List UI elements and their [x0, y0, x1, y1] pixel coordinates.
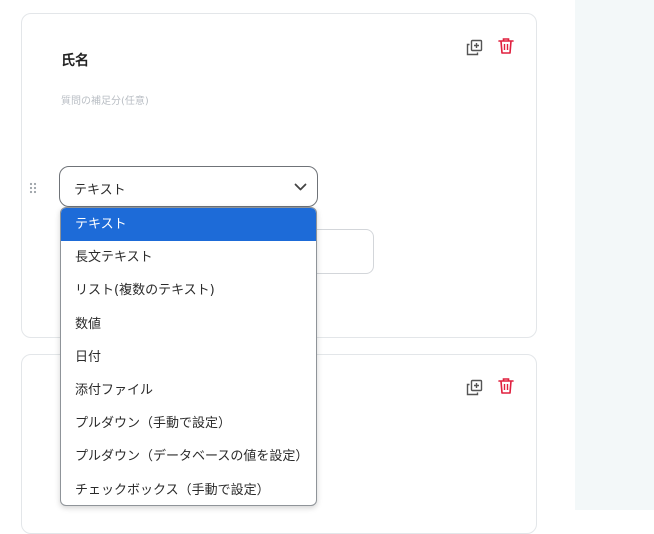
option-attachment[interactable]: 添付ファイル [61, 374, 316, 407]
drag-handle-icon [29, 182, 37, 194]
side-panel [575, 0, 654, 510]
delete-button-2[interactable] [496, 376, 516, 396]
duplicate-icon [466, 39, 482, 55]
option-number[interactable]: 数値 [61, 308, 316, 341]
option-pulldown-manual[interactable]: プルダウン（手動で設定） [61, 407, 316, 440]
duplicate-button[interactable] [464, 37, 484, 57]
question-type-options: テキスト 長文テキスト リスト(複数のテキスト) 数値 日付 添付ファイル プル… [61, 208, 316, 506]
option-pulldown-database[interactable]: プルダウン（データベースの値を設定） [61, 440, 316, 473]
option-long-text[interactable]: 長文テキスト [61, 241, 316, 274]
drag-handle[interactable] [28, 180, 38, 194]
question-type-dropdown[interactable]: テキスト 長文テキスト リスト(複数のテキスト) 数値 日付 添付ファイル プル… [60, 207, 317, 506]
delete-button[interactable] [496, 36, 516, 56]
option-date[interactable]: 日付 [61, 341, 316, 374]
question-type-value: テキスト [74, 183, 126, 198]
duplicate-icon [466, 379, 482, 395]
option-text[interactable]: テキスト [61, 208, 316, 242]
trash-icon [498, 378, 514, 394]
option-list[interactable]: リスト(複数のテキスト) [61, 274, 316, 307]
option-checkbox-manual[interactable]: チェックボックス（手動で設定） [61, 474, 316, 506]
trash-icon [498, 38, 514, 54]
chevron-down-icon [294, 183, 307, 191]
question-type-select[interactable]: テキスト [59, 166, 318, 207]
question-help-input[interactable]: 質問の補足分(任意) [61, 92, 149, 107]
duplicate-button-2[interactable] [464, 377, 484, 397]
question-title[interactable]: 氏名 [61, 50, 89, 70]
